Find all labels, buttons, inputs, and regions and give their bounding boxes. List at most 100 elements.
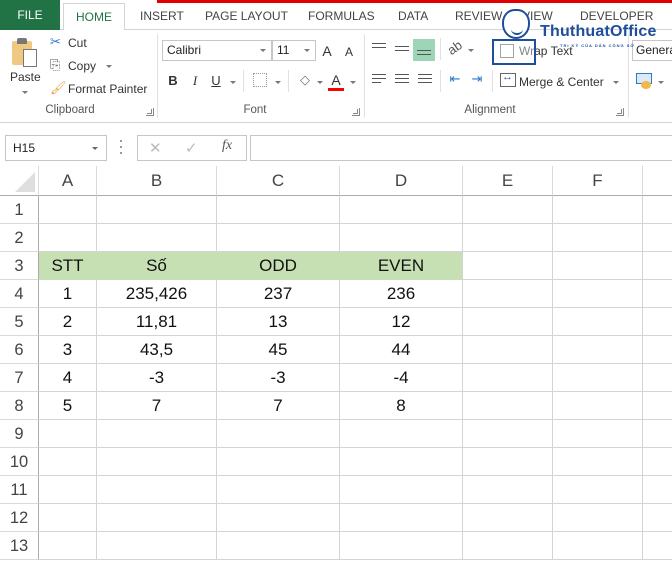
table-data-cell[interactable]: 7 <box>217 392 340 420</box>
table-header-cell[interactable]: ODD <box>217 252 340 280</box>
align-right-button[interactable] <box>418 74 432 86</box>
table-header-cell[interactable]: Số <box>97 252 217 280</box>
column-header[interactable] <box>643 166 672 196</box>
cell[interactable] <box>97 420 217 448</box>
table-data-cell[interactable]: 44 <box>340 336 463 364</box>
table-data-cell[interactable]: 2 <box>39 308 97 336</box>
orientation-dropdown-icon[interactable] <box>468 49 474 52</box>
decrease-font-size-button[interactable]: A <box>342 44 356 60</box>
cell[interactable] <box>340 476 463 504</box>
cell[interactable] <box>217 504 340 532</box>
select-all-button[interactable] <box>0 166 39 196</box>
row-header[interactable]: 1 <box>0 196 39 224</box>
cell[interactable] <box>217 196 340 224</box>
cell[interactable] <box>463 280 553 308</box>
name-box[interactable]: H15 <box>5 135 107 161</box>
insert-function-icon[interactable]: fx <box>222 138 232 154</box>
cell[interactable] <box>463 532 553 560</box>
bold-button[interactable]: B <box>166 73 180 89</box>
column-header[interactable]: F <box>553 166 643 196</box>
cell[interactable] <box>463 364 553 392</box>
cell[interactable] <box>553 308 643 336</box>
table-data-cell[interactable]: 1 <box>39 280 97 308</box>
formula-input[interactable] <box>250 135 672 161</box>
row-header[interactable]: 2 <box>0 224 39 252</box>
font-name-select[interactable]: Calibri <box>162 40 272 61</box>
cell[interactable] <box>553 196 643 224</box>
underline-button[interactable]: U <box>209 73 223 89</box>
cell[interactable] <box>643 532 672 560</box>
cell[interactable] <box>643 196 672 224</box>
table-data-cell[interactable]: -4 <box>340 364 463 392</box>
table-data-cell[interactable]: -3 <box>217 364 340 392</box>
cell[interactable] <box>643 504 672 532</box>
accounting-format-icon[interactable] <box>636 73 652 89</box>
table-data-cell[interactable]: 12 <box>340 308 463 336</box>
cell[interactable] <box>97 476 217 504</box>
underline-dropdown-icon[interactable] <box>230 81 236 84</box>
cell[interactable] <box>463 336 553 364</box>
cell[interactable] <box>340 420 463 448</box>
cell[interactable] <box>39 448 97 476</box>
column-header[interactable]: C <box>217 166 340 196</box>
cell[interactable] <box>553 252 643 280</box>
cell[interactable] <box>97 196 217 224</box>
middle-align-button[interactable] <box>395 46 409 58</box>
cell[interactable] <box>643 336 672 364</box>
row-header[interactable]: 12 <box>0 504 39 532</box>
cell[interactable] <box>553 364 643 392</box>
cell[interactable] <box>643 364 672 392</box>
cell[interactable] <box>463 308 553 336</box>
row-header[interactable]: 10 <box>0 448 39 476</box>
cell[interactable] <box>39 532 97 560</box>
row-header[interactable]: 8 <box>0 392 39 420</box>
cell[interactable] <box>463 448 553 476</box>
cell[interactable] <box>553 420 643 448</box>
fill-color-dropdown-icon[interactable] <box>317 81 323 84</box>
table-data-cell[interactable]: 3 <box>39 336 97 364</box>
accounting-dropdown-icon[interactable] <box>658 81 664 84</box>
cell[interactable] <box>643 392 672 420</box>
cell[interactable] <box>553 280 643 308</box>
decrease-indent-button[interactable]: ⇤ <box>446 71 464 87</box>
tab-review[interactable]: REVIEW <box>445 3 512 30</box>
table-data-cell[interactable]: 43,5 <box>97 336 217 364</box>
cell[interactable] <box>643 476 672 504</box>
borders-dropdown-icon[interactable] <box>275 81 281 84</box>
cell[interactable] <box>463 420 553 448</box>
row-header[interactable]: 4 <box>0 280 39 308</box>
cell[interactable] <box>340 448 463 476</box>
column-header[interactable]: D <box>340 166 463 196</box>
column-header[interactable]: A <box>39 166 97 196</box>
align-left-button[interactable] <box>372 74 386 86</box>
column-header[interactable]: B <box>97 166 217 196</box>
cell[interactable] <box>463 196 553 224</box>
cell[interactable] <box>39 224 97 252</box>
tab-home[interactable]: HOME <box>63 3 125 31</box>
alignment-launcher-icon[interactable] <box>616 108 624 116</box>
align-center-button[interactable] <box>395 74 409 86</box>
cell[interactable] <box>97 504 217 532</box>
cell[interactable] <box>643 224 672 252</box>
cell[interactable] <box>340 504 463 532</box>
row-header[interactable]: 6 <box>0 336 39 364</box>
cell[interactable] <box>643 308 672 336</box>
cell[interactable] <box>217 532 340 560</box>
cell[interactable] <box>553 224 643 252</box>
cell[interactable] <box>553 504 643 532</box>
italic-button[interactable]: I <box>188 73 202 89</box>
increase-indent-button[interactable]: ⇥ <box>468 71 486 87</box>
cell[interactable] <box>553 476 643 504</box>
font-launcher-icon[interactable] <box>352 108 360 116</box>
tab-page-layout[interactable]: PAGE LAYOUT <box>195 3 298 30</box>
cell[interactable] <box>553 392 643 420</box>
tab-developer[interactable]: DEVELOPER <box>570 3 663 30</box>
cell[interactable] <box>553 448 643 476</box>
table-header-cell[interactable]: STT <box>39 252 97 280</box>
cell[interactable] <box>217 448 340 476</box>
cell[interactable] <box>643 420 672 448</box>
tab-file[interactable]: FILE <box>0 0 60 30</box>
cell[interactable] <box>463 224 553 252</box>
table-data-cell[interactable]: 235,426 <box>97 280 217 308</box>
cell[interactable] <box>553 532 643 560</box>
